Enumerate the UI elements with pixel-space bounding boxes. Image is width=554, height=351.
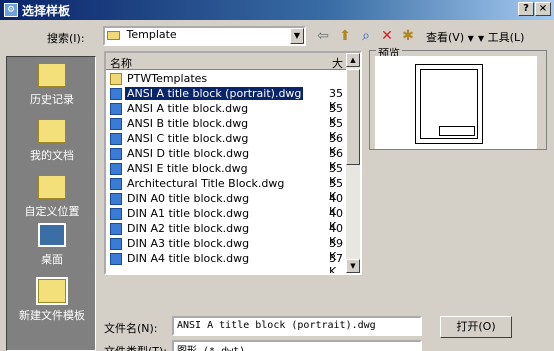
dwg-file-icon [110, 193, 122, 205]
column-header-name[interactable]: 名称 [110, 55, 132, 71]
file-list[interactable]: 名称 大 PTWTemplates ANSI A title block (po… [104, 51, 362, 275]
title-block-icon [439, 126, 475, 136]
title-bar: ⚙ 选择样板 ? × [0, 0, 554, 20]
place-label: 自定义位置 [24, 205, 80, 218]
tools-menu[interactable]: ▼ 工具(L) [478, 29, 524, 45]
up-folder-icon[interactable]: ⬆ [335, 26, 355, 46]
look-in-combo[interactable]: Template ▼ [103, 26, 306, 46]
open-button[interactable]: 打开(O) [440, 316, 512, 338]
desktop-icon [38, 223, 66, 247]
place-custom[interactable]: 自定义位置 [7, 175, 97, 219]
vertical-scrollbar[interactable]: ▲ ▼ [346, 53, 360, 273]
list-item[interactable]: ANSI D title block.dwg 36 K [108, 147, 348, 173]
list-item[interactable]: ANSI B title block.dwg 35 K [108, 117, 348, 143]
back-icon[interactable]: ⇦ [313, 26, 333, 46]
dwg-file-icon [110, 103, 122, 115]
dwg-file-icon [110, 88, 122, 100]
look-in-value: Template [126, 28, 177, 41]
scroll-up-icon[interactable]: ▲ [346, 53, 360, 67]
list-item[interactable]: ANSI E title block.dwg 35 K [108, 162, 348, 188]
file-name: Architectural Title Block.dwg [127, 177, 285, 190]
delete-icon[interactable]: ✕ [377, 26, 397, 46]
place-label: 我的文档 [30, 149, 74, 162]
help-button[interactable]: ? [518, 2, 534, 16]
dwg-file-icon [110, 178, 122, 190]
place-new-template[interactable]: 新建文件模板 [7, 277, 97, 323]
dwg-file-icon [110, 163, 122, 175]
list-item[interactable]: DIN A2 title block.dwg 40 K [108, 222, 348, 248]
scroll-thumb[interactable] [346, 69, 360, 165]
custom-folder-icon [38, 175, 66, 199]
list-item[interactable]: ANSI C title block.dwg 36 K [108, 132, 348, 158]
tools-label: 工具(L) [487, 31, 525, 44]
list-item[interactable]: PTWTemplates [108, 72, 348, 87]
list-item[interactable]: DIN A1 title block.dwg 40 K [108, 207, 348, 233]
list-item[interactable]: Architectural Title Block.dwg 35 K [108, 177, 348, 203]
dwg-file-icon [110, 208, 122, 220]
file-name: PTWTemplates [127, 72, 208, 85]
app-icon: ⚙ [4, 3, 18, 17]
filename-field[interactable]: ANSI A title block (portrait).dwg [172, 316, 422, 336]
dwg-file-icon [110, 133, 122, 145]
dwg-file-icon [110, 253, 122, 265]
documents-folder-icon [38, 119, 66, 143]
list-item[interactable]: ANSI A title block.dwg 35 K [108, 102, 348, 128]
places-bar: 历史记录 我的文档 自定义位置 桌面 新建文件模板 [6, 56, 96, 351]
file-name: ANSI B title block.dwg [127, 117, 249, 130]
views-label: 查看(V) [426, 31, 465, 44]
template-folder-icon [36, 277, 68, 305]
search-web-icon[interactable]: ⌕ [356, 26, 376, 46]
drawing-sheet-icon [415, 64, 483, 144]
dwg-file-icon [110, 118, 122, 130]
folder-icon [110, 73, 122, 85]
preview-image [375, 56, 537, 149]
place-my-documents[interactable]: 我的文档 [7, 119, 97, 163]
dwg-file-icon [110, 223, 122, 235]
file-name: DIN A4 title block.dwg [127, 252, 250, 265]
close-button[interactable]: × [535, 2, 551, 16]
filename-label: 文件名(N): [104, 322, 158, 335]
file-name: ANSI A title block.dwg [127, 102, 249, 115]
filetype-select[interactable]: 图形 (*.dwt) [172, 340, 422, 351]
file-name: ANSI C title block.dwg [127, 132, 249, 145]
folder-icon [107, 30, 120, 40]
file-name: DIN A0 title block.dwg [127, 192, 250, 205]
file-list-header: 名称 大 [106, 53, 350, 70]
file-name: ANSI E title block.dwg [127, 162, 248, 175]
file-name: DIN A1 title block.dwg [127, 207, 250, 220]
file-name: DIN A2 title block.dwg [127, 222, 250, 235]
file-name: ANSI D title block.dwg [127, 147, 250, 160]
list-item[interactable]: DIN A4 title block.dwg 37 K [108, 252, 348, 273]
place-desktop[interactable]: 桌面 [7, 223, 97, 267]
chevron-down-icon: ▼ [478, 34, 485, 43]
chevron-down-icon: ▼ [467, 34, 474, 43]
window-title: 选择样板 [22, 4, 71, 18]
history-folder-icon [38, 63, 66, 87]
dwg-file-icon [110, 238, 122, 250]
list-item[interactable]: DIN A0 title block.dwg 40 K [108, 192, 348, 218]
place-label: 历史记录 [30, 93, 74, 106]
file-name: DIN A3 title block.dwg [127, 237, 250, 250]
dwg-file-icon [110, 148, 122, 160]
drawing-border [420, 69, 478, 139]
place-history[interactable]: 历史记录 [7, 63, 97, 107]
scroll-down-icon[interactable]: ▼ [346, 259, 360, 273]
views-menu[interactable]: 查看(V) ▼ [426, 29, 474, 45]
file-name: ANSI A title block (portrait).dwg [123, 86, 305, 101]
filetype-label: 文件类型(T): [104, 343, 167, 351]
list-item[interactable]: DIN A3 title block.dwg 39 K [108, 237, 348, 263]
chevron-down-icon[interactable]: ▼ [290, 28, 304, 44]
column-header-size[interactable]: 大 [332, 55, 343, 71]
list-item[interactable]: ANSI A title block (portrait).dwg 35 K [108, 86, 348, 113]
new-folder-icon[interactable]: ✱ [398, 26, 418, 46]
place-label: 新建文件模板 [19, 309, 85, 322]
place-label: 桌面 [41, 253, 63, 266]
look-in-label: 搜索(I): [47, 32, 85, 45]
